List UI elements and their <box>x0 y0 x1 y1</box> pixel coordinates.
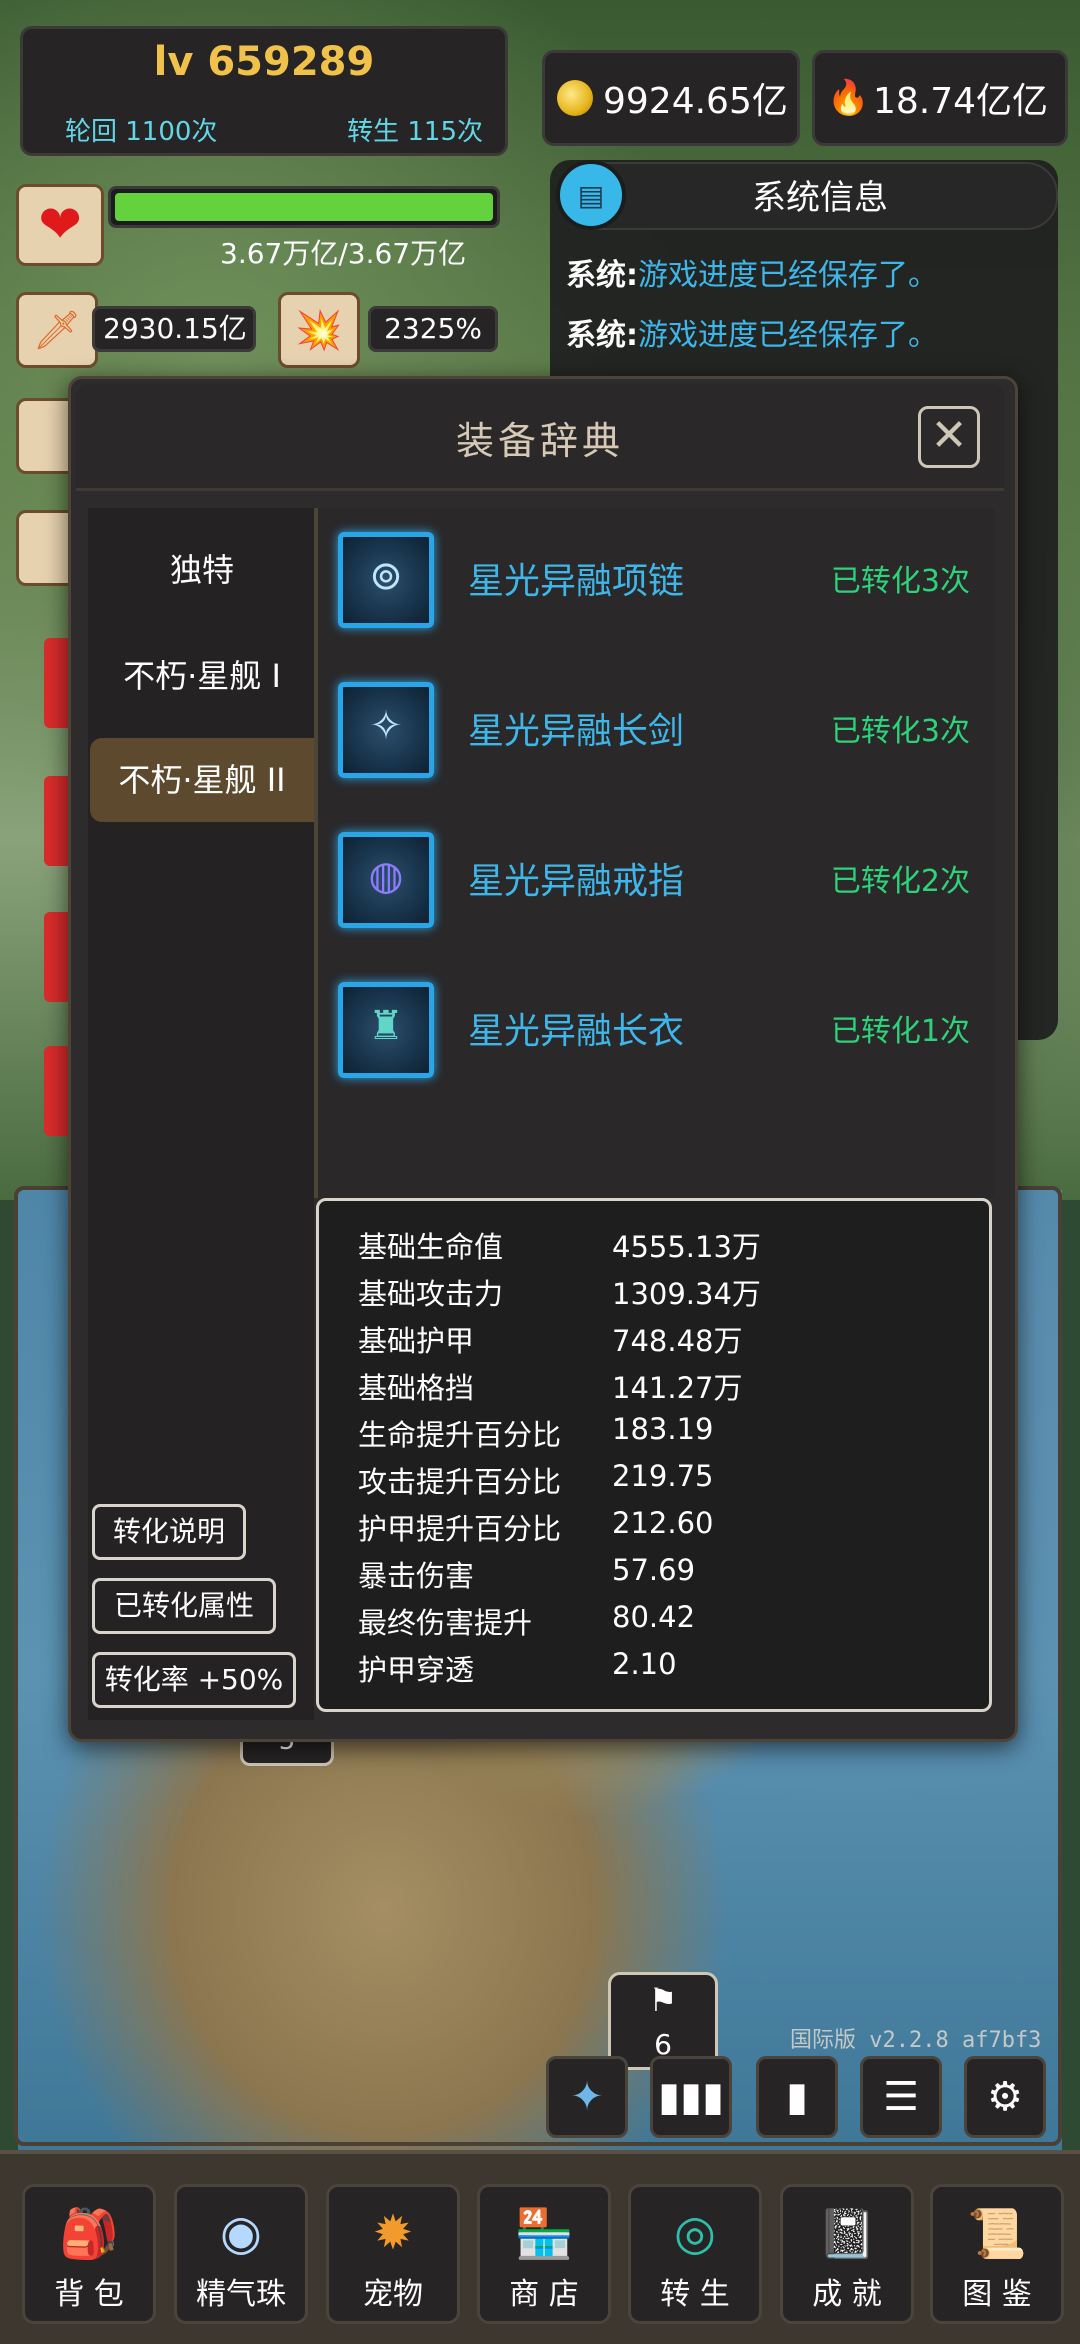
flag-icon: ⚑ <box>648 1981 678 2019</box>
gold-display: 9924.65亿 <box>542 50 800 146</box>
close-icon: ✕ <box>930 410 968 461</box>
pet-icon: ✹ <box>372 2205 414 2261</box>
attribute-value: 748.48万 <box>612 1324 743 1358</box>
equipment-name: 星光异融项链 <box>468 561 685 602</box>
conversion-help-button[interactable]: 转化说明 <box>92 1504 246 1560</box>
fire-icon: 🔥 <box>827 78 870 118</box>
equipment-name: 星光异融戒指 <box>468 861 685 902</box>
attribute-label: 护甲穿透 <box>358 1653 475 1687</box>
close-button[interactable]: ✕ <box>918 406 980 468</box>
attribute-label: 基础护甲 <box>358 1324 475 1358</box>
equipment-status: 已转化3次 <box>830 714 970 749</box>
level-card: lv 659289 轮回 1100次 转生 115次 <box>20 26 508 156</box>
orb-icon: ◉ <box>220 2205 262 2261</box>
attribute-value: 219.75 <box>612 1459 714 1493</box>
category-immortal-starship-1[interactable]: 不朽·星舰 I <box>90 634 314 718</box>
attribute-label: 暴击伤害 <box>358 1559 475 1593</box>
crit-value: 2325% <box>368 306 498 352</box>
cycle-count: 轮回 1100次 <box>65 117 218 147</box>
attack-value: 2930.15亿 <box>92 306 256 352</box>
attribute-label: 攻击提升百分比 <box>358 1465 562 1499</box>
power-value: 18.74亿亿 <box>873 81 1049 122</box>
attribute-value: 80.42 <box>612 1600 696 1634</box>
codex-icon: 📜 <box>967 2206 1027 2262</box>
map-guide-icon[interactable]: ✦ <box>546 2056 628 2138</box>
attribute-value: 4555.13万 <box>612 1230 761 1264</box>
shop-icon: 🏪 <box>514 2206 574 2262</box>
conversion-rate-button[interactable]: 转化率 +50% <box>92 1652 296 1708</box>
equipment-row[interactable]: ⊚ 星光异融项链 已转化3次 <box>332 526 992 628</box>
system-message: 系统:游戏进度已经保存了。 <box>566 318 938 353</box>
equipment-status: 已转化2次 <box>830 864 970 899</box>
player-level: lv 659289 <box>153 39 375 85</box>
rebirth-count: 转生 115次 <box>347 117 483 147</box>
gold-value: 9924.65亿 <box>603 81 788 122</box>
attribute-label: 护甲提升百分比 <box>358 1512 562 1546</box>
crit-icon: 💥 <box>278 292 360 368</box>
stats-chart-icon[interactable]: ▮▮▮ <box>650 2056 732 2138</box>
gear-icon[interactable]: ⚙ <box>964 2056 1046 2138</box>
attribute-value: 1309.34万 <box>612 1277 761 1311</box>
category-unique[interactable]: 独特 <box>90 528 314 612</box>
achievement-icon: 📓 <box>817 2206 877 2262</box>
attribute-label: 基础攻击力 <box>358 1277 504 1311</box>
sword-icon: ✧ <box>338 682 434 778</box>
backpack-icon: 🎒 <box>59 2206 119 2262</box>
attribute-value: 183.19 <box>612 1412 714 1446</box>
hp-text: 3.67万亿/3.67万亿 <box>220 237 467 270</box>
modal-title: 装备辞典 <box>455 419 624 463</box>
equipment-status: 已转化3次 <box>830 564 970 599</box>
attribute-label: 基础格挡 <box>358 1371 475 1405</box>
attribute-value: 2.10 <box>612 1647 677 1681</box>
sliders-icon[interactable]: ☰ <box>860 2056 942 2138</box>
version-label: 国际版 v2.2.8 af7bf3 <box>790 2028 1042 2053</box>
coin-icon <box>557 80 593 116</box>
attribute-label: 最终伤害提升 <box>358 1606 533 1640</box>
category-immortal-starship-2[interactable]: 不朽·星舰 II <box>90 738 314 822</box>
attribute-value: 212.60 <box>612 1506 714 1540</box>
equipment-row[interactable]: ✧ 星光异融长剑 已转化3次 <box>332 676 992 778</box>
hp-bar <box>108 186 500 228</box>
equipment-name: 星光异融长剑 <box>468 711 685 752</box>
attribute-label: 生命提升百分比 <box>358 1418 562 1452</box>
attribute-value: 57.69 <box>612 1553 696 1587</box>
bookmark-icon[interactable]: ▮ <box>756 2056 838 2138</box>
ring-icon: ◍ <box>338 832 434 928</box>
system-message: 系统:游戏进度已经保存了。 <box>566 258 938 293</box>
sword-icon: 🗡 <box>16 292 98 368</box>
system-info-title: 系统信息 <box>752 178 888 218</box>
hp-bar-fill <box>115 193 493 221</box>
equipment-name: 星光异融长衣 <box>468 1011 685 1052</box>
nav-backpack[interactable]: 🎒 背 包 <box>22 2184 156 2324</box>
converted-attributes-button[interactable]: 已转化属性 <box>92 1578 276 1634</box>
rebirth-icon: ◎ <box>674 2205 716 2261</box>
nav-rebirth[interactable]: ◎ 转 生 <box>628 2184 762 2324</box>
equipment-row[interactable]: ◍ 星光异融戒指 已转化2次 <box>332 826 992 928</box>
nav-codex[interactable]: 📜 图 鉴 <box>930 2184 1064 2324</box>
nav-shop[interactable]: 🏪 商 店 <box>477 2184 611 2324</box>
attribute-value: 141.27万 <box>612 1371 743 1405</box>
attribute-label: 基础生命值 <box>358 1230 504 1264</box>
nav-achievements[interactable]: 📓 成 就 <box>780 2184 914 2324</box>
equipment-row[interactable]: ♜ 星光异融长衣 已转化1次 <box>332 976 992 1078</box>
armor-icon: ♜ <box>338 982 434 1078</box>
nav-orbs[interactable]: ◉ 精气珠 <box>174 2184 308 2324</box>
heart-icon: ❤ <box>16 184 104 266</box>
nav-pets[interactable]: ✹ 宠物 <box>326 2184 460 2324</box>
power-display: 🔥 18.74亿亿 <box>812 50 1068 146</box>
necklace-icon: ⊚ <box>338 532 434 628</box>
equipment-status: 已转化1次 <box>830 1014 970 1049</box>
clipboard-icon: ▤ <box>556 160 626 230</box>
